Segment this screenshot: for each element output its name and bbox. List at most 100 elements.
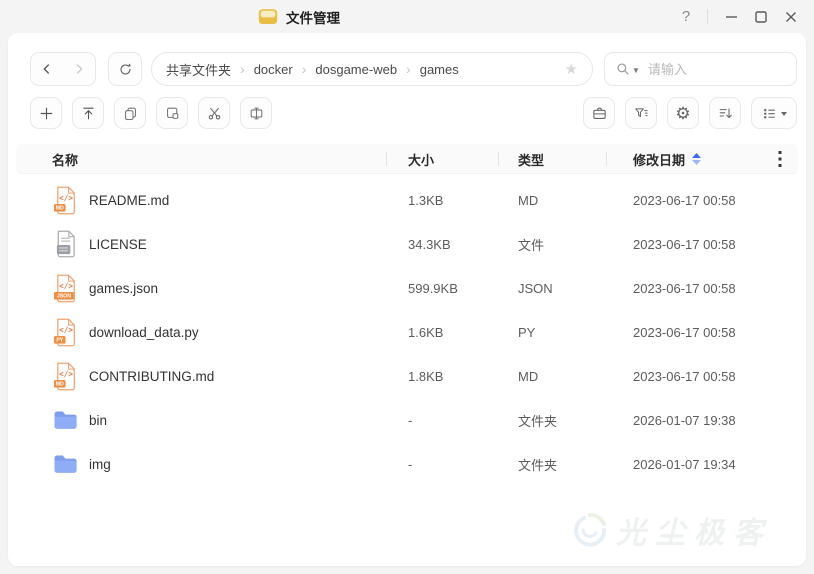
table-row[interactable]: </> MD CONTRIBUTING.md 1.8KB MD 2023-06-1… bbox=[16, 354, 798, 398]
kebab-menu-icon bbox=[778, 151, 782, 167]
header-modified[interactable]: 修改日期 bbox=[606, 144, 762, 174]
plus-icon bbox=[38, 105, 55, 122]
view-mode-button[interactable] bbox=[751, 97, 797, 129]
breadcrumb-item-docker[interactable]: docker bbox=[254, 62, 293, 77]
back-button[interactable] bbox=[31, 53, 63, 85]
chevron-right-icon bbox=[71, 61, 87, 77]
file-size: - bbox=[386, 457, 498, 472]
paste-button[interactable] bbox=[156, 97, 188, 129]
upload-icon bbox=[80, 105, 97, 122]
breadcrumb-item-dosgame-web[interactable]: dosgame-web bbox=[315, 62, 397, 77]
close-button[interactable] bbox=[776, 0, 806, 33]
code-file-icon: </> MD bbox=[52, 361, 78, 391]
search-scope-caret-icon[interactable]: ▼ bbox=[632, 66, 640, 75]
sort-arrows-icon bbox=[692, 153, 701, 165]
titlebar: 文件管理 ? bbox=[0, 0, 814, 33]
upload-button[interactable] bbox=[72, 97, 104, 129]
refresh-icon bbox=[117, 61, 134, 78]
file-size: - bbox=[386, 413, 498, 428]
header-name[interactable]: 名称 bbox=[16, 144, 386, 174]
file-size: 1.8KB bbox=[386, 369, 498, 384]
copy-icon bbox=[122, 105, 139, 122]
sort-button[interactable] bbox=[709, 97, 741, 129]
rename-icon bbox=[248, 105, 265, 122]
help-button[interactable]: ? bbox=[673, 0, 699, 33]
watermark-text: 光尘极客 bbox=[616, 508, 772, 552]
header-type[interactable]: 类型 bbox=[498, 144, 606, 174]
table-row[interactable]: </>MD README.md 1.3KB MD 2023-06-17 00:5… bbox=[16, 178, 798, 222]
tasks-button[interactable] bbox=[583, 97, 615, 129]
file-name: bin bbox=[89, 413, 107, 428]
breadcrumb-separator: › bbox=[240, 61, 245, 77]
text-file-icon bbox=[52, 229, 78, 259]
cut-button[interactable] bbox=[198, 97, 230, 129]
file-modified: 2023-06-17 00:58 bbox=[606, 369, 762, 384]
folder-icon bbox=[52, 449, 78, 479]
history-nav-group bbox=[30, 52, 96, 86]
maximize-button[interactable] bbox=[746, 0, 776, 33]
column-options-button[interactable] bbox=[762, 144, 798, 174]
svg-text:PY: PY bbox=[56, 337, 63, 343]
gear-icon: ⚙ bbox=[675, 105, 690, 122]
search-input[interactable] bbox=[648, 62, 786, 77]
breadcrumb-item-root[interactable]: 共享文件夹 bbox=[166, 60, 231, 79]
filter-button[interactable] bbox=[625, 97, 657, 129]
code-file-icon: </>JSON bbox=[52, 273, 78, 303]
breadcrumb-item-games[interactable]: games bbox=[420, 62, 459, 77]
svg-text:</>: </> bbox=[59, 281, 73, 290]
favorite-star-icon[interactable]: ★ bbox=[565, 60, 578, 78]
file-type: 文件夹 bbox=[498, 455, 606, 474]
toolbox-icon bbox=[591, 105, 608, 122]
file-name: README.md bbox=[89, 193, 169, 208]
file-type: MD bbox=[498, 369, 606, 384]
svg-text:</>: </> bbox=[59, 193, 73, 202]
app-window: 文件管理 ? bbox=[0, 0, 814, 574]
file-name: CONTRIBUTING.md bbox=[89, 369, 214, 384]
paste-icon bbox=[164, 105, 181, 122]
file-modified: 2023-06-17 00:58 bbox=[606, 193, 762, 208]
file-size: 599.9KB bbox=[386, 281, 498, 296]
watermark-logo-icon bbox=[572, 512, 608, 548]
file-modified: 2026-01-07 19:38 bbox=[606, 413, 762, 428]
svg-text:MD: MD bbox=[56, 381, 64, 387]
file-type: 文件 bbox=[498, 235, 606, 254]
svg-text:</>: </> bbox=[59, 369, 73, 378]
breadcrumb: 共享文件夹 › docker › dosgame-web › games ★ bbox=[151, 52, 593, 86]
settings-button[interactable]: ⚙ bbox=[667, 97, 699, 129]
table-row[interactable]: </>PY download_data.py 1.6KB PY 2023-06-… bbox=[16, 310, 798, 354]
table-row[interactable]: LICENSE 34.3KB 文件 2023-06-17 00:58 bbox=[16, 222, 798, 266]
header-size[interactable]: 大小 bbox=[386, 144, 498, 174]
copy-button[interactable] bbox=[114, 97, 146, 129]
watermark: 光尘极客 bbox=[572, 508, 772, 552]
file-type: 文件夹 bbox=[498, 411, 606, 430]
file-size: 1.3KB bbox=[386, 193, 498, 208]
chevron-down-icon bbox=[781, 112, 787, 116]
file-type: MD bbox=[498, 193, 606, 208]
file-modified: 2023-06-17 00:58 bbox=[606, 325, 762, 340]
file-type: PY bbox=[498, 325, 606, 340]
file-type: JSON bbox=[498, 281, 606, 296]
table-row[interactable]: img - 文件夹 2026-01-07 19:34 bbox=[16, 442, 798, 486]
table-row[interactable]: bin - 文件夹 2026-01-07 19:38 bbox=[16, 398, 798, 442]
file-name: download_data.py bbox=[89, 325, 199, 340]
app-folder-icon bbox=[258, 8, 278, 25]
filter-icon bbox=[633, 105, 650, 122]
minimize-button[interactable] bbox=[716, 0, 746, 33]
page-title: 文件管理 bbox=[286, 7, 340, 27]
rename-button[interactable] bbox=[240, 97, 272, 129]
minimize-icon bbox=[725, 10, 738, 23]
search-box: ▼ bbox=[604, 52, 797, 86]
table-row[interactable]: </>JSON games.json 599.9KB JSON 2023-06-… bbox=[16, 266, 798, 310]
forward-button[interactable] bbox=[63, 53, 95, 85]
new-button[interactable] bbox=[30, 97, 62, 129]
code-file-icon: </> PY bbox=[52, 317, 78, 347]
refresh-button[interactable] bbox=[108, 52, 142, 86]
list-view-icon bbox=[761, 105, 778, 122]
file-modified: 2023-06-17 00:58 bbox=[606, 281, 762, 296]
svg-text:</>: </> bbox=[59, 325, 73, 334]
file-name: img bbox=[89, 457, 111, 472]
search-icon[interactable] bbox=[615, 61, 631, 77]
folder-icon bbox=[52, 405, 78, 435]
breadcrumb-separator: › bbox=[302, 61, 307, 77]
file-name: games.json bbox=[89, 281, 158, 296]
